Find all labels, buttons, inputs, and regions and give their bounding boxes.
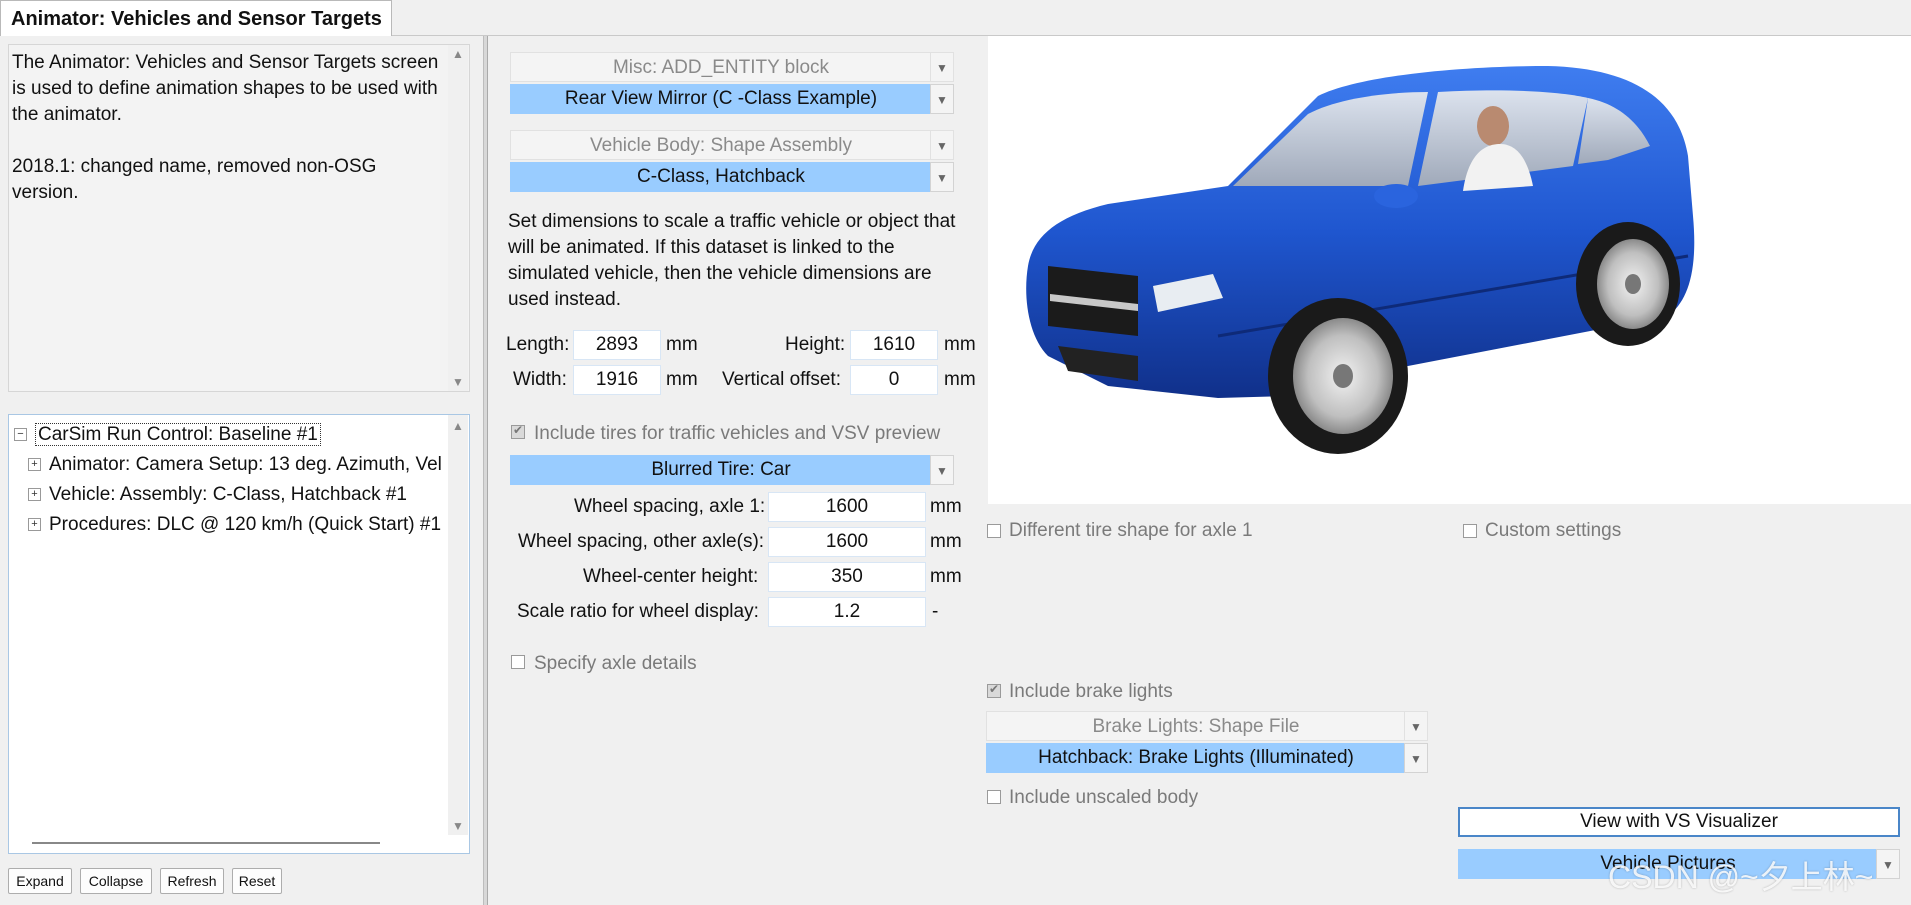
- scroll-up-icon[interactable]: ▲: [448, 45, 468, 63]
- width-input[interactable]: 1916: [573, 365, 661, 395]
- wheel-scale-label: Scale ratio for wheel display:: [517, 601, 759, 622]
- include-unscaled-body-label: Include unscaled body: [1009, 787, 1199, 808]
- scroll-down-icon[interactable]: ▼: [448, 373, 468, 391]
- tree-root-label: CarSim Run Control: Baseline #1: [35, 423, 321, 446]
- wheel-scale-input[interactable]: 1.2: [768, 597, 926, 627]
- specify-axle-details-checkbox[interactable]: [511, 655, 525, 669]
- wheel-center-label: Wheel-center height:: [583, 566, 759, 587]
- scroll-down-icon[interactable]: ▼: [448, 817, 468, 835]
- chevron-down-icon[interactable]: ▼: [1404, 711, 1428, 741]
- specify-axle-details-label: Specify axle details: [534, 653, 697, 674]
- tree-list: − CarSim Run Control: Baseline #1 + Animat…: [14, 420, 446, 540]
- width-unit: mm: [666, 369, 698, 390]
- tree-item-label: Animator: Camera Setup: 13 deg. Azimuth,…: [49, 454, 442, 475]
- body-category-combo[interactable]: Vehicle Body: Shape Assembly ▼: [510, 130, 954, 160]
- notes-text[interactable]: The Animator: Vehicles and Sensor Target…: [12, 50, 448, 206]
- tree-item-label: Vehicle: Assembly: C-Class, Hatchback #1: [49, 484, 407, 505]
- include-brake-lights-checkbox[interactable]: [987, 682, 1001, 698]
- tree-item[interactable]: + Procedures: DLC @ 120 km/h (Quick Start…: [14, 510, 446, 540]
- height-label: Height:: [785, 334, 846, 355]
- tree-item-label: Procedures: DLC @ 120 km/h (Quick Start)…: [49, 514, 442, 535]
- misc-dataset-value: Rear View Mirror (C -Class Example): [510, 84, 932, 114]
- collapse-box-icon[interactable]: −: [14, 428, 27, 442]
- plus-box-icon[interactable]: +: [28, 488, 41, 502]
- wheel-center-unit: mm: [930, 566, 962, 587]
- vertical-offset-label: Vertical offset:: [722, 369, 841, 390]
- custom-settings-label: Custom settings: [1485, 520, 1622, 541]
- tree-scrollbar[interactable]: ▲ ▼: [448, 415, 468, 835]
- axle1-spacing-input[interactable]: 1600: [768, 492, 926, 522]
- length-unit: mm: [666, 334, 698, 355]
- collapse-button[interactable]: Collapse: [80, 868, 152, 894]
- tree-item[interactable]: + Animator: Camera Setup: 13 deg. Azimuth…: [14, 450, 446, 480]
- chevron-down-icon[interactable]: ▼: [930, 84, 954, 114]
- width-label: Width:: [513, 369, 567, 390]
- body-category-value: Vehicle Body: Shape Assembly: [510, 130, 932, 160]
- brake-dataset-value: Hatchback: Brake Lights (Illuminated): [986, 743, 1406, 773]
- other-axle-spacing-label: Wheel spacing, other axle(s):: [518, 531, 765, 552]
- include-brake-lights-label: Include brake lights: [1009, 681, 1173, 702]
- body-dataset-value: C-Class, Hatchback: [510, 162, 932, 192]
- include-tires-label: Include tires for traffic vehicles and V…: [534, 423, 941, 444]
- misc-category-combo[interactable]: Misc: ADD_ENTITY block ▼: [510, 52, 954, 82]
- include-tires-checkbox[interactable]: [511, 423, 525, 439]
- misc-dataset-combo[interactable]: Rear View Mirror (C -Class Example) ▼: [510, 84, 954, 114]
- different-tire-shape-checkbox[interactable]: [987, 524, 1001, 538]
- chevron-down-icon[interactable]: ▼: [1876, 849, 1900, 879]
- reset-button[interactable]: Reset: [232, 868, 282, 894]
- plus-box-icon[interactable]: +: [28, 518, 41, 532]
- chevron-down-icon[interactable]: ▼: [930, 52, 954, 82]
- tree-root[interactable]: − CarSim Run Control: Baseline #1: [14, 420, 446, 450]
- car-render: [1026, 66, 1695, 454]
- view-with-vs-visualizer-button[interactable]: View with VS Visualizer: [1458, 807, 1900, 837]
- tree-item[interactable]: + Vehicle: Assembly: C-Class, Hatchback #…: [14, 480, 446, 510]
- plus-box-icon[interactable]: +: [28, 458, 41, 472]
- vertical-offset-input[interactable]: 0: [850, 365, 938, 395]
- brake-category-combo[interactable]: Brake Lights: Shape File ▼: [986, 711, 1428, 741]
- axle1-spacing-label: Wheel spacing, axle 1:: [574, 496, 766, 517]
- tire-dataset-combo[interactable]: Blurred Tire: Car ▼: [510, 455, 954, 485]
- other-axle-spacing-input[interactable]: 1600: [768, 527, 926, 557]
- other-axle-spacing-unit: mm: [930, 531, 962, 552]
- chevron-down-icon[interactable]: ▼: [930, 455, 954, 485]
- chevron-down-icon[interactable]: ▼: [930, 162, 954, 192]
- panel-splitter[interactable]: [484, 36, 488, 905]
- dimensions-instructions: Set dimensions to scale a traffic vehicl…: [508, 211, 956, 310]
- misc-category-value: Misc: ADD_ENTITY block: [510, 52, 932, 82]
- scroll-up-icon[interactable]: ▲: [448, 417, 468, 435]
- vehicle-preview[interactable]: [988, 36, 1911, 504]
- different-tire-shape-label: Different tire shape for axle 1: [1009, 520, 1253, 541]
- height-unit: mm: [944, 334, 976, 355]
- length-input[interactable]: 2893: [573, 330, 661, 360]
- expand-button[interactable]: Expand: [8, 868, 72, 894]
- notes-scrollbar[interactable]: ▲ ▼: [448, 45, 468, 391]
- chevron-down-icon[interactable]: ▼: [1404, 743, 1428, 773]
- include-unscaled-body-checkbox[interactable]: [987, 790, 1001, 804]
- refresh-button[interactable]: Refresh: [160, 868, 224, 894]
- tree-horizontal-scrollbar[interactable]: [32, 842, 380, 844]
- watermark: CSDN @~夕上林~: [1608, 859, 1874, 895]
- axle1-spacing-unit: mm: [930, 496, 962, 517]
- tire-dataset-value: Blurred Tire: Car: [510, 455, 932, 485]
- brake-dataset-combo[interactable]: Hatchback: Brake Lights (Illuminated) ▼: [986, 743, 1428, 773]
- tab-title[interactable]: Animator: Vehicles and Sensor Targets: [0, 0, 392, 36]
- vertical-offset-unit: mm: [944, 369, 976, 390]
- length-label: Length:: [506, 334, 570, 355]
- chevron-down-icon[interactable]: ▼: [930, 130, 954, 160]
- wheel-scale-unit: -: [932, 601, 939, 622]
- height-input[interactable]: 1610: [850, 330, 938, 360]
- wheel-center-input[interactable]: 350: [768, 562, 926, 592]
- custom-settings-checkbox[interactable]: [1463, 524, 1477, 538]
- body-dataset-combo[interactable]: C-Class, Hatchback ▼: [510, 162, 954, 192]
- brake-category-value: Brake Lights: Shape File: [986, 711, 1406, 741]
